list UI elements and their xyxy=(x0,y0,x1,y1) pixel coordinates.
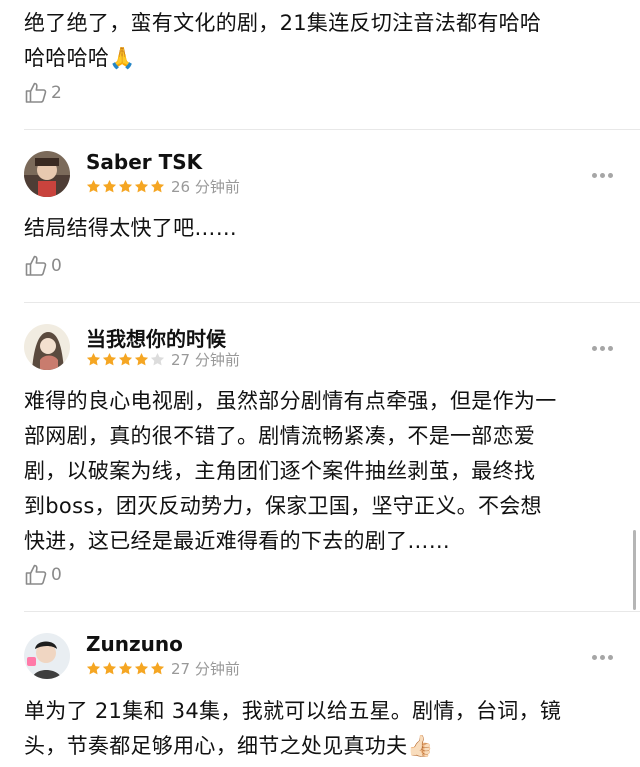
like-count: 0 xyxy=(51,565,62,585)
star-icon xyxy=(86,179,101,193)
star-icon xyxy=(118,352,133,366)
comment-text: 绝了绝了，蛮有文化的剧，21集连反切注音法都有哈哈 哈哈哈哈🙏 xyxy=(24,11,542,70)
rating-stars xyxy=(86,661,165,676)
star-icon xyxy=(118,179,133,193)
thumbs-up-icon xyxy=(25,564,47,585)
star-icon xyxy=(134,352,149,366)
divider xyxy=(24,129,640,130)
review-text: 难得的良心电视剧，虽然部分剧情有点牵强，但是作为一 部网剧，真的很不错了。剧情流… xyxy=(24,389,557,553)
star-icon xyxy=(102,661,117,675)
star-icon xyxy=(102,352,117,366)
review-text: 单为了 21集和 34集，我就可以给五星。剧情，台词，镜 头，节奏都足够用心，细… xyxy=(24,699,562,758)
divider xyxy=(24,302,640,303)
more-dots-icon[interactable] xyxy=(592,343,616,353)
scrollbar[interactable] xyxy=(633,530,636,610)
review-time: 26 分钟前 xyxy=(171,178,240,196)
rating-stars xyxy=(86,179,165,194)
star-icon xyxy=(102,179,117,193)
star-icon xyxy=(150,352,165,366)
review-meta: 26 分钟前 xyxy=(86,176,240,196)
like-button[interactable]: 0 xyxy=(24,254,62,278)
thumbs-up-icon xyxy=(25,82,47,103)
more-dots-icon[interactable] xyxy=(592,652,616,662)
review-time: 27 分钟前 xyxy=(171,660,240,678)
review-meta: 27 分钟前 xyxy=(86,658,240,678)
star-icon xyxy=(118,661,133,675)
like-count: 0 xyxy=(51,256,62,276)
star-icon xyxy=(150,179,165,193)
review-time: 27 分钟前 xyxy=(171,351,240,369)
reviewer-name[interactable]: 当我想你的时候 xyxy=(86,323,226,352)
reviewer-name[interactable]: Saber TSK xyxy=(86,150,202,174)
avatar[interactable] xyxy=(24,151,70,197)
divider xyxy=(24,611,640,612)
star-icon xyxy=(86,352,101,366)
rating-stars xyxy=(86,352,165,367)
avatar[interactable] xyxy=(24,633,70,679)
star-icon xyxy=(134,179,149,193)
like-button[interactable]: 0 xyxy=(24,563,62,587)
like-button[interactable]: 2 xyxy=(24,81,62,105)
star-icon xyxy=(134,661,149,675)
like-count: 2 xyxy=(51,83,62,103)
avatar[interactable] xyxy=(24,324,70,370)
star-icon xyxy=(150,661,165,675)
review-meta: 27 分钟前 xyxy=(86,349,240,369)
thumbs-up-icon xyxy=(25,255,47,276)
review-text: 结局结得太快了吧…… xyxy=(24,216,237,240)
reviewer-name[interactable]: Zunzuno xyxy=(86,632,183,656)
more-dots-icon[interactable] xyxy=(592,170,616,180)
star-icon xyxy=(86,661,101,675)
